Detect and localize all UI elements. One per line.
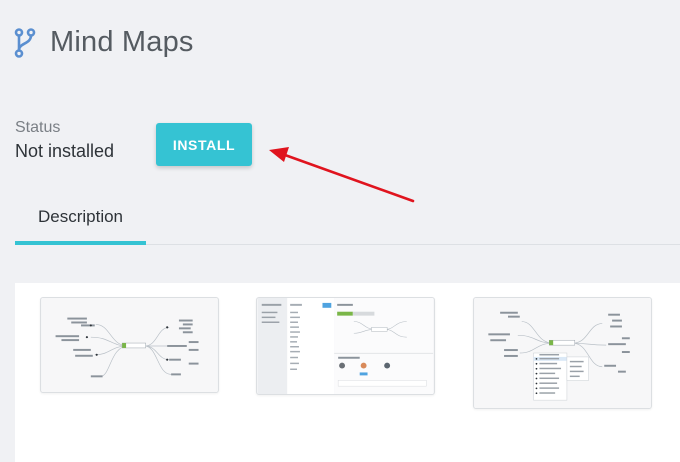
page-header: Mind Maps [14,26,194,59]
tab-description[interactable]: Description [15,190,146,244]
status-label: Status [15,119,61,136]
mind-map-preview-3 [474,298,651,408]
screenshot-gallery [15,283,680,462]
screenshot-thumbnail-2[interactable] [256,297,435,395]
status-block: Status Not installed [15,118,114,164]
install-button[interactable]: INSTALL [156,123,252,166]
screenshot-thumbnail-1[interactable] [40,297,219,393]
branch-icon [14,27,36,58]
mind-map-preview-2 [257,298,434,394]
status-value: Not installed [15,141,115,161]
active-tab-indicator [15,241,146,245]
page-title: Mind Maps [50,26,194,58]
mind-map-preview-1 [41,298,218,392]
tab-bar: Description [15,190,680,245]
screenshot-thumbnail-3[interactable] [473,297,652,409]
